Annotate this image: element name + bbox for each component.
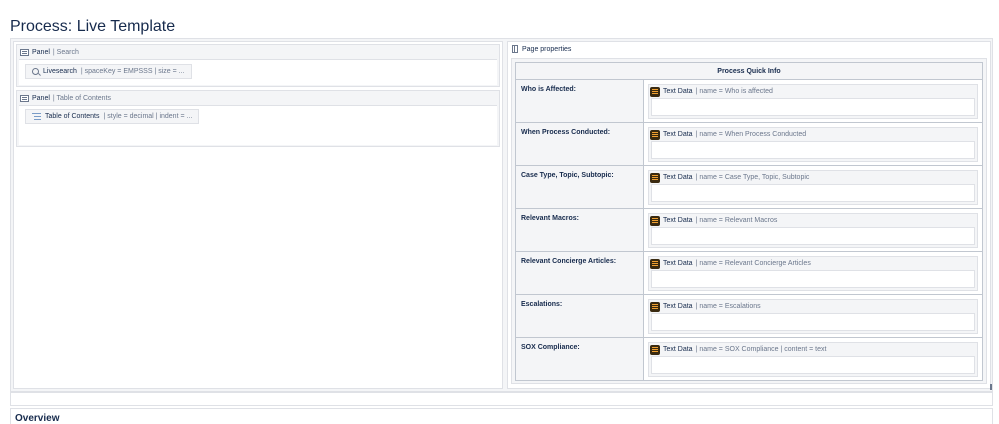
macro-name: Text Data — [663, 131, 693, 138]
row-label: Who is Affected: — [515, 79, 644, 123]
text-data-header: Text Data | name = Escalations — [649, 300, 977, 313]
macro-param: | Search — [52, 48, 79, 56]
text-data-icon — [650, 172, 660, 183]
table-header: Process Quick Info — [515, 62, 983, 80]
row-value-cell[interactable]: Text Data | name = Relevant Concierge Art… — [643, 251, 983, 295]
text-data-header: Text Data | name = When Process Conducted — [649, 128, 977, 141]
macro-params: | name = Relevant Concierge Articles — [695, 260, 811, 267]
table-row: Case Type, Topic, Subtopic: Text Data | na… — [515, 165, 983, 209]
page-layout: Panel | Search Livesearch | spaceKey = E… — [10, 38, 993, 392]
text-data-icon — [650, 86, 660, 97]
macro-param: | Table of Contents — [52, 94, 112, 102]
panel-macro-search[interactable]: Panel | Search Livesearch | spaceKey = E… — [16, 44, 500, 87]
text-data-input[interactable] — [651, 98, 975, 116]
panel-macro-header: Panel | Search — [17, 45, 499, 59]
page-properties-header: Page properties — [508, 42, 990, 56]
macro-name: Text Data — [663, 303, 693, 310]
table-row: When Process Conducted: Text Data | name =… — [515, 122, 983, 166]
panel-macro-body[interactable]: Livesearch | spaceKey = EMPSSS | size = … — [19, 59, 497, 85]
macro-name: Panel — [32, 48, 50, 56]
text-data-icon — [650, 258, 660, 269]
text-data-macro[interactable]: Text Data | name = Relevant Macros — [648, 213, 978, 248]
macro-params: | name = SOX Compliance | content = text — [695, 346, 827, 353]
text-data-macro[interactable]: Text Data | name = Who is affected — [648, 84, 978, 119]
layout-column-right[interactable]: Page properties Process Quick Info Who i… — [507, 41, 991, 389]
table-row: Who is Affected: Text Data | name = Who is… — [515, 79, 983, 123]
page-properties-label: Page properties — [522, 45, 572, 53]
panel-macro-toc[interactable]: Panel | Table of Contents Table of Conte… — [16, 90, 500, 147]
text-data-input[interactable] — [651, 141, 975, 159]
macro-params: | name = Who is affected — [695, 88, 773, 95]
row-value-cell[interactable]: Text Data | name = SOX Compliance | conte… — [643, 337, 983, 381]
text-data-header: Text Data | name = Case Type, Topic, Subt… — [649, 171, 977, 184]
scroll-handle[interactable] — [990, 384, 992, 390]
text-data-macro[interactable]: Text Data | name = When Process Conducted — [648, 127, 978, 162]
row-value-cell[interactable]: Text Data | name = Relevant Macros — [643, 208, 983, 252]
text-data-input[interactable] — [651, 356, 975, 374]
row-label: Escalations: — [515, 294, 644, 338]
panel-icon — [20, 94, 29, 102]
panel-macro-body[interactable]: Table of Contents | style = decimal | in… — [19, 105, 497, 145]
text-data-header: Text Data | name = Who is affected — [649, 85, 977, 98]
page-properties-icon — [512, 45, 518, 53]
overview-heading: Overview — [15, 413, 60, 424]
text-data-macro[interactable]: Text Data | name = Escalations — [648, 299, 978, 334]
text-data-icon — [650, 301, 660, 312]
quick-info-table: Process Quick Info Who is Affected: Text … — [515, 62, 983, 381]
text-data-input[interactable] — [651, 227, 975, 245]
table-row: SOX Compliance: Text Data | name = SOX Com… — [515, 337, 983, 381]
text-data-input[interactable] — [651, 313, 975, 331]
macro-name: Text Data — [663, 346, 693, 353]
layout-column-left[interactable]: Panel | Search Livesearch | spaceKey = E… — [13, 41, 503, 389]
macro-params: | name = When Process Conducted — [695, 131, 807, 138]
toc-icon — [32, 112, 41, 121]
macro-params: | style = decimal | indent = ... — [103, 113, 193, 120]
macro-name: Panel — [32, 94, 50, 102]
layout-section-divider[interactable] — [10, 392, 993, 406]
text-data-icon — [650, 129, 660, 140]
text-data-header: Text Data | name = SOX Compliance | conte… — [649, 343, 977, 356]
macro-params: | name = Escalations — [695, 303, 761, 310]
panel-icon — [20, 48, 29, 56]
macro-name: Text Data — [663, 174, 693, 181]
macro-name: Table of Contents — [45, 113, 100, 120]
table-row: Relevant Macros: Text Data | name = Releva… — [515, 208, 983, 252]
text-data-header: Text Data | name = Relevant Concierge Art… — [649, 257, 977, 270]
table-row: Escalations: Text Data | name = Escalation… — [515, 294, 983, 338]
macro-name: Livesearch — [43, 68, 77, 75]
macro-name: Text Data — [663, 217, 693, 224]
page-properties-body[interactable]: Process Quick Info Who is Affected: Text … — [511, 58, 987, 384]
macro-params: | spaceKey = EMPSSS | size = ... — [80, 68, 185, 75]
text-data-macro[interactable]: Text Data | name = Case Type, Topic, Subt… — [648, 170, 978, 205]
text-data-macro[interactable]: Text Data | name = Relevant Concierge Art… — [648, 256, 978, 291]
macro-params: | name = Case Type, Topic, Subtopic — [695, 174, 810, 181]
row-value-cell[interactable]: Text Data | name = Who is affected — [643, 79, 983, 123]
text-data-macro[interactable]: Text Data | name = SOX Compliance | conte… — [648, 342, 978, 377]
panel-macro-header: Panel | Table of Contents — [17, 91, 499, 105]
macro-params: | name = Relevant Macros — [695, 217, 778, 224]
row-label: Relevant Macros: — [515, 208, 644, 252]
livesearch-macro-chip[interactable]: Livesearch | spaceKey = EMPSSS | size = … — [25, 64, 192, 79]
overview-section[interactable]: Overview — [10, 408, 993, 424]
row-value-cell[interactable]: Text Data | name = Escalations — [643, 294, 983, 338]
text-data-input[interactable] — [651, 270, 975, 288]
macro-name: Text Data — [663, 88, 693, 95]
row-value-cell[interactable]: Text Data | name = Case Type, Topic, Subt… — [643, 165, 983, 209]
row-label: When Process Conducted: — [515, 122, 644, 166]
row-label: SOX Compliance: — [515, 337, 644, 381]
macro-name: Text Data — [663, 260, 693, 267]
row-value-cell[interactable]: Text Data | name = When Process Conducted — [643, 122, 983, 166]
text-data-icon — [650, 215, 660, 226]
text-data-icon — [650, 344, 660, 355]
row-label: Case Type, Topic, Subtopic: — [515, 165, 644, 209]
toc-macro-chip[interactable]: Table of Contents | style = decimal | in… — [25, 109, 200, 124]
row-label: Relevant Concierge Articles: — [515, 251, 644, 295]
search-icon — [32, 68, 39, 75]
text-data-input[interactable] — [651, 184, 975, 202]
page-title: Process: Live Template — [10, 17, 176, 35]
table-row: Relevant Concierge Articles: Text Data | n… — [515, 251, 983, 295]
text-data-header: Text Data | name = Relevant Macros — [649, 214, 977, 227]
